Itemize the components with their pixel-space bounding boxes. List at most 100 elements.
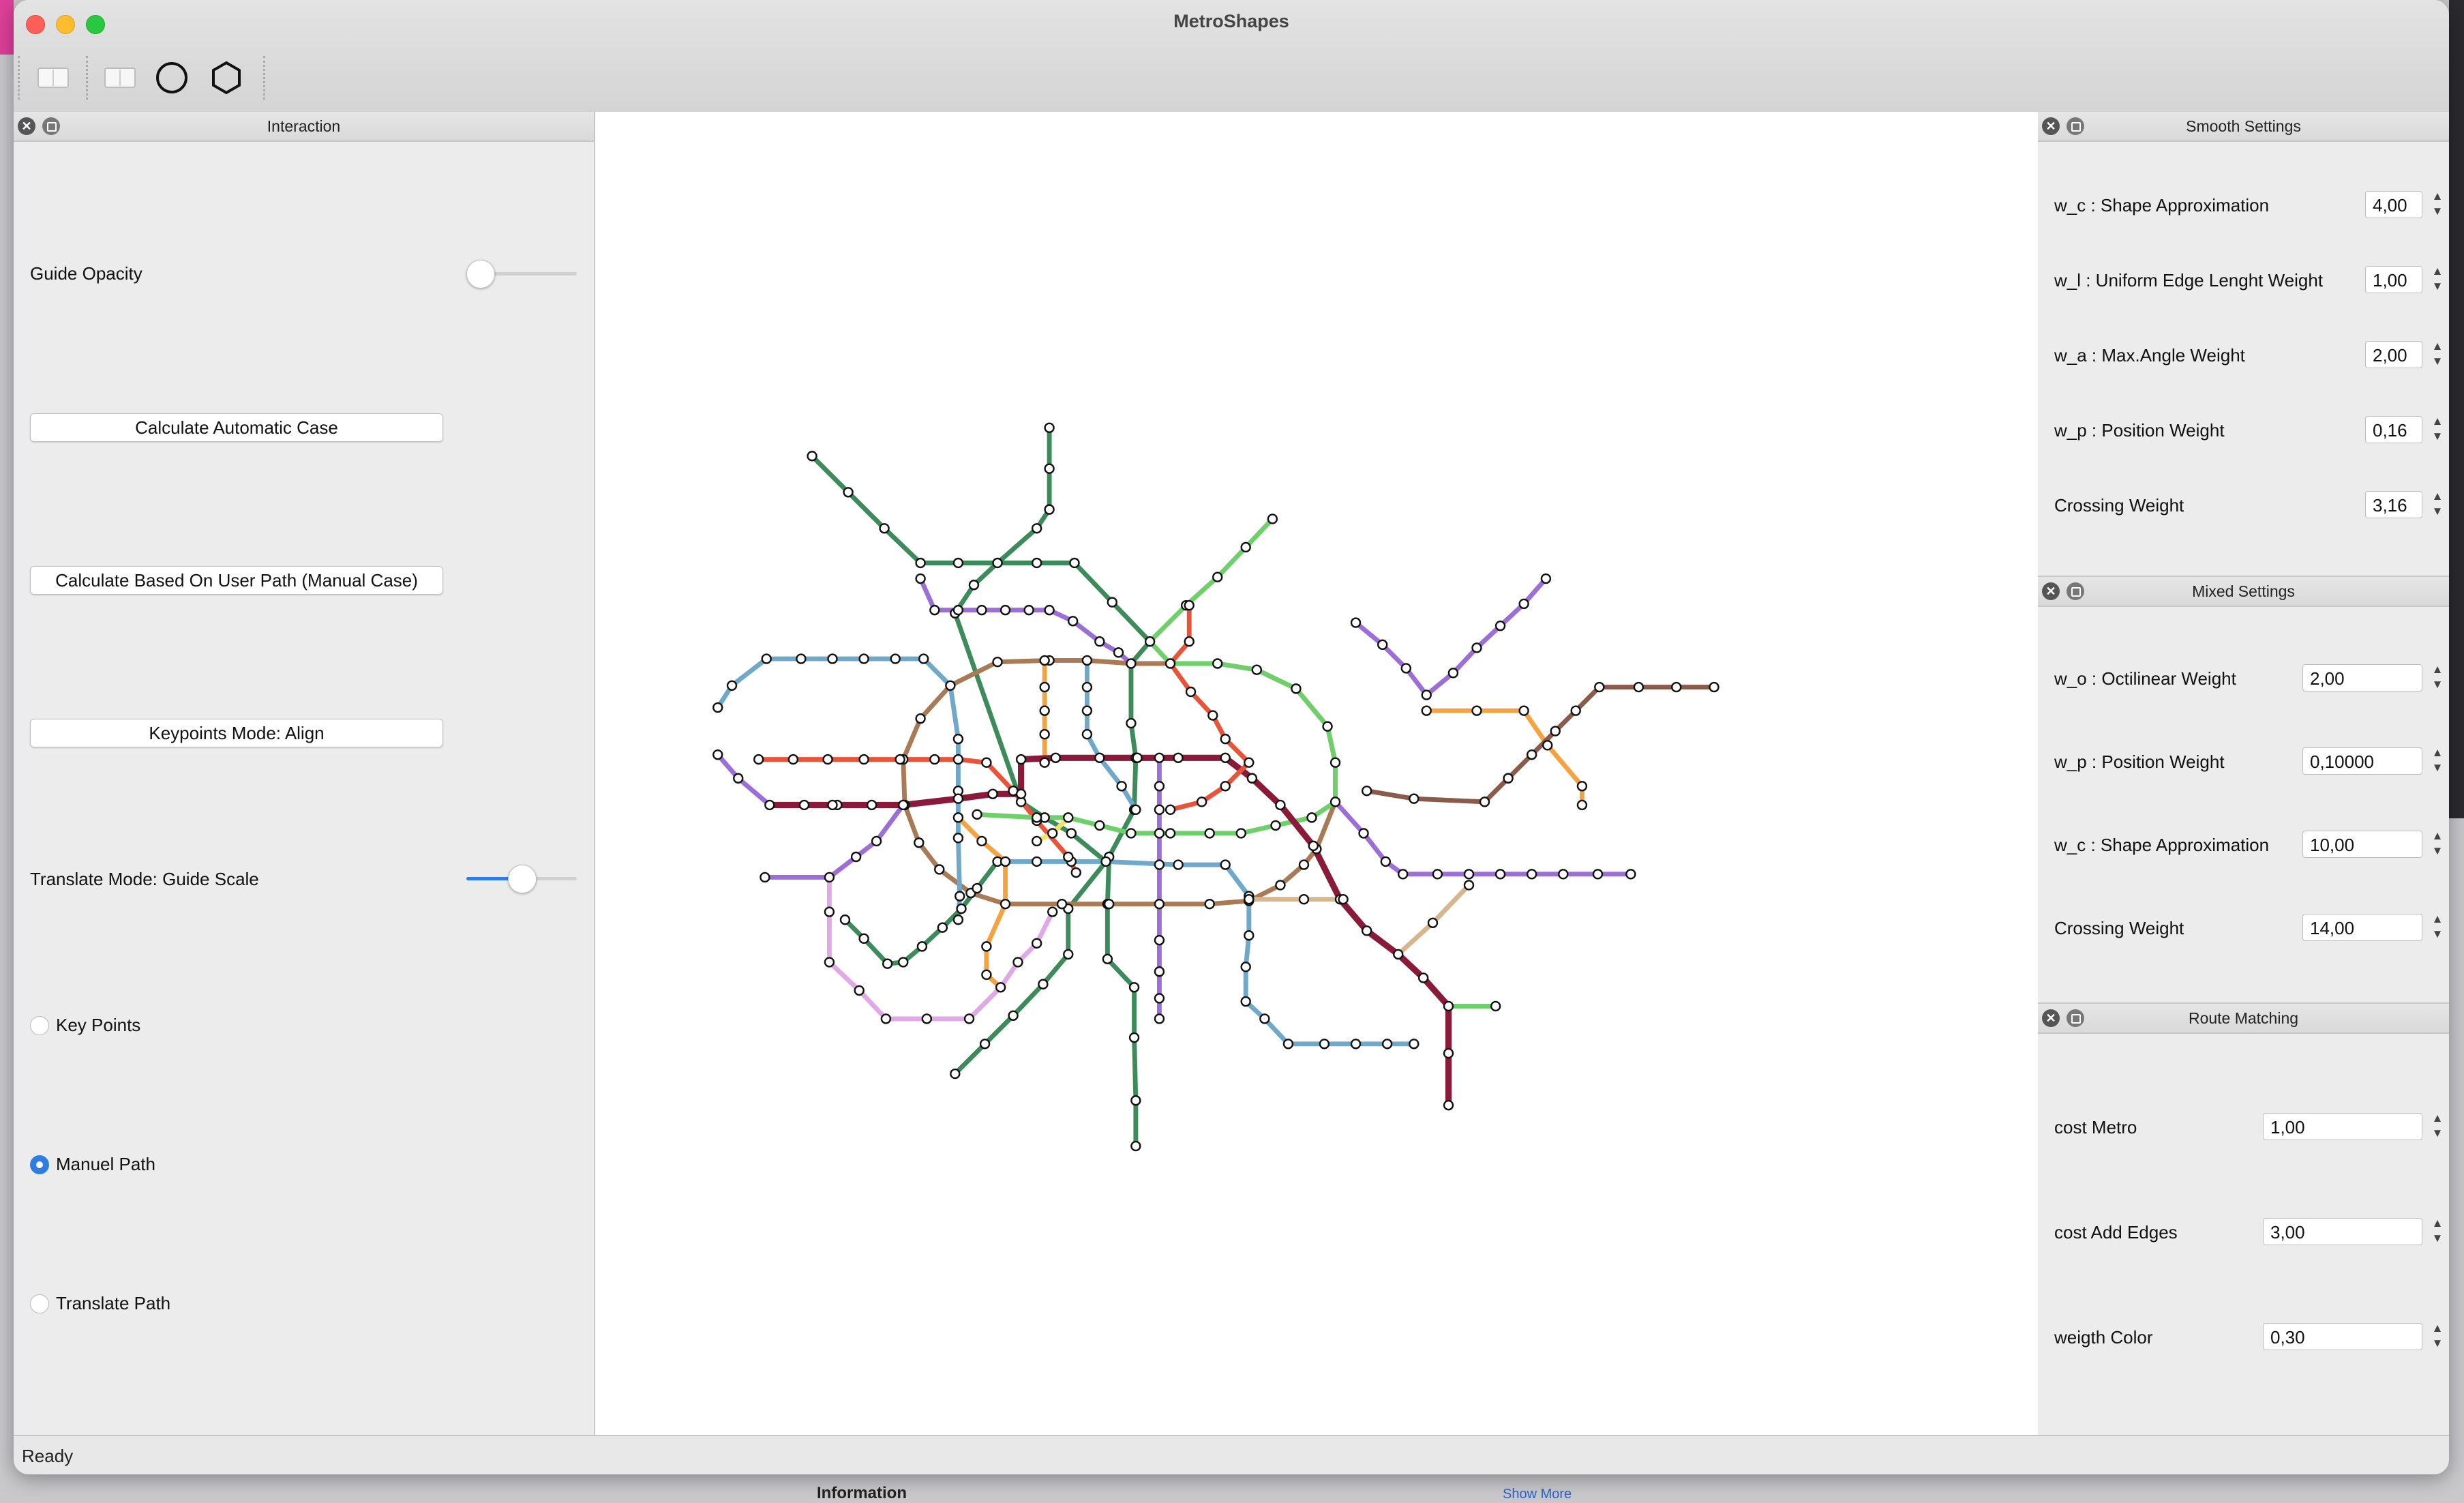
station-node[interactable] (1113, 647, 1124, 658)
station-node[interactable] (858, 653, 869, 664)
station-node[interactable] (1338, 894, 1349, 905)
station-node[interactable] (1270, 820, 1281, 831)
station-node[interactable] (1039, 705, 1050, 716)
station-node[interactable] (1709, 681, 1719, 693)
station-node[interactable] (1447, 668, 1459, 679)
station-node[interactable] (1576, 799, 1588, 811)
station-node[interactable] (1063, 812, 1074, 823)
station-node[interactable] (1381, 1039, 1393, 1050)
station-node[interactable] (929, 604, 940, 616)
station-node[interactable] (1251, 664, 1263, 675)
station-node[interactable] (1275, 799, 1286, 811)
station-node[interactable] (952, 793, 964, 804)
setting-spinbox[interactable]: 1,00 ▲ ▼ (2263, 1112, 2443, 1140)
station-node[interactable] (1212, 658, 1223, 669)
station-node[interactable] (1558, 869, 1569, 880)
stepper-arrows-icon[interactable]: ▲ ▼ (2430, 1321, 2445, 1352)
station-node[interactable] (1592, 869, 1604, 880)
station-node[interactable] (1184, 600, 1195, 611)
station-node[interactable] (981, 757, 992, 768)
station-node[interactable] (1047, 828, 1058, 839)
station-node[interactable] (1282, 1039, 1294, 1050)
station-node[interactable] (915, 557, 926, 569)
station-node[interactable] (952, 604, 964, 616)
station-node[interactable] (1329, 757, 1341, 768)
station-node[interactable] (963, 1013, 975, 1024)
station-node[interactable] (1244, 757, 1254, 768)
station-node[interactable] (1154, 993, 1165, 1004)
stepper-arrows-icon[interactable]: ▲ ▼ (2430, 489, 2445, 520)
station-node[interactable] (712, 702, 723, 713)
station-node[interactable] (929, 754, 940, 765)
station-node[interactable] (1361, 785, 1372, 797)
setting-spinbox[interactable]: 4,00 ▲ ▼ (2365, 190, 2443, 218)
station-node[interactable] (1246, 773, 1258, 784)
station-node[interactable] (854, 985, 865, 996)
station-node[interactable] (1633, 681, 1644, 693)
station-node[interactable] (1463, 880, 1475, 891)
station-node[interactable] (976, 604, 987, 616)
station-node[interactable] (1380, 856, 1392, 867)
station-node[interactable] (1443, 1047, 1454, 1059)
station-node[interactable] (1550, 726, 1561, 736)
metro-map[interactable] (595, 112, 2038, 1435)
station-node[interactable] (1094, 820, 1105, 831)
station-node[interactable] (827, 653, 838, 664)
stepper-arrows-icon[interactable]: ▲ ▼ (2430, 339, 2445, 370)
stepper-arrows-icon[interactable]: ▲ ▼ (2430, 264, 2445, 295)
station-node[interactable] (1244, 894, 1254, 905)
station-node[interactable] (1417, 972, 1429, 983)
station-node[interactable] (796, 653, 807, 664)
station-node[interactable] (1044, 463, 1055, 474)
station-node[interactable] (1490, 1000, 1501, 1012)
station-node[interactable] (1526, 749, 1537, 760)
station-node[interactable] (1350, 617, 1362, 628)
station-node[interactable] (753, 754, 764, 765)
translate-path-radio[interactable] (30, 1294, 49, 1313)
station-node[interactable] (972, 809, 982, 820)
station-node[interactable] (1409, 1039, 1419, 1050)
station-node[interactable] (976, 835, 987, 847)
station-node[interactable] (1165, 828, 1176, 839)
station-node[interactable] (1044, 504, 1055, 515)
station-node[interactable] (1240, 996, 1251, 1007)
station-node[interactable] (1220, 733, 1231, 745)
station-node[interactable] (1240, 541, 1251, 553)
station-node[interactable] (1154, 752, 1165, 763)
station-node[interactable] (1207, 710, 1218, 721)
station-node[interactable] (937, 922, 948, 933)
station-node[interactable] (945, 680, 956, 691)
station-node[interactable] (1126, 717, 1137, 729)
station-node[interactable] (1443, 1000, 1454, 1012)
station-node[interactable] (1235, 828, 1246, 839)
station-node[interactable] (1443, 1099, 1454, 1111)
station-node[interactable] (1154, 781, 1165, 792)
station-node[interactable] (1081, 655, 1093, 666)
station-node[interactable] (979, 1039, 991, 1050)
station-node[interactable] (1244, 930, 1254, 941)
station-node[interactable] (1039, 729, 1050, 740)
calculate-automatic-case-button[interactable]: Calculate Automatic Case (30, 413, 443, 442)
station-node[interactable] (1050, 752, 1062, 763)
station-node[interactable] (1126, 828, 1137, 839)
station-node[interactable] (1128, 1032, 1140, 1043)
stepper-arrows-icon[interactable]: ▲ ▼ (2430, 829, 2445, 860)
station-node[interactable] (1518, 598, 1529, 610)
station-node[interactable] (1038, 979, 1049, 989)
station-node[interactable] (1047, 906, 1058, 917)
station-node[interactable] (915, 573, 926, 584)
stepper-arrows-icon[interactable]: ▲ ▼ (2430, 1111, 2445, 1142)
station-node[interactable] (992, 557, 1003, 569)
station-node[interactable] (1526, 869, 1537, 880)
station-node[interactable] (1107, 597, 1117, 608)
station-node[interactable] (1144, 636, 1156, 647)
station-node[interactable] (1306, 812, 1317, 823)
station-node[interactable] (898, 799, 909, 811)
keypoints-mode-button[interactable]: Keypoints Mode: Align (30, 719, 443, 747)
station-node[interactable] (1165, 658, 1176, 669)
station-node[interactable] (898, 957, 909, 968)
station-node[interactable] (915, 713, 926, 724)
setting-spinbox[interactable]: 10,00 ▲ ▼ (2302, 829, 2443, 858)
station-node[interactable] (839, 914, 851, 925)
setting-spinbox[interactable]: 0,10000 ▲ ▼ (2302, 746, 2443, 775)
